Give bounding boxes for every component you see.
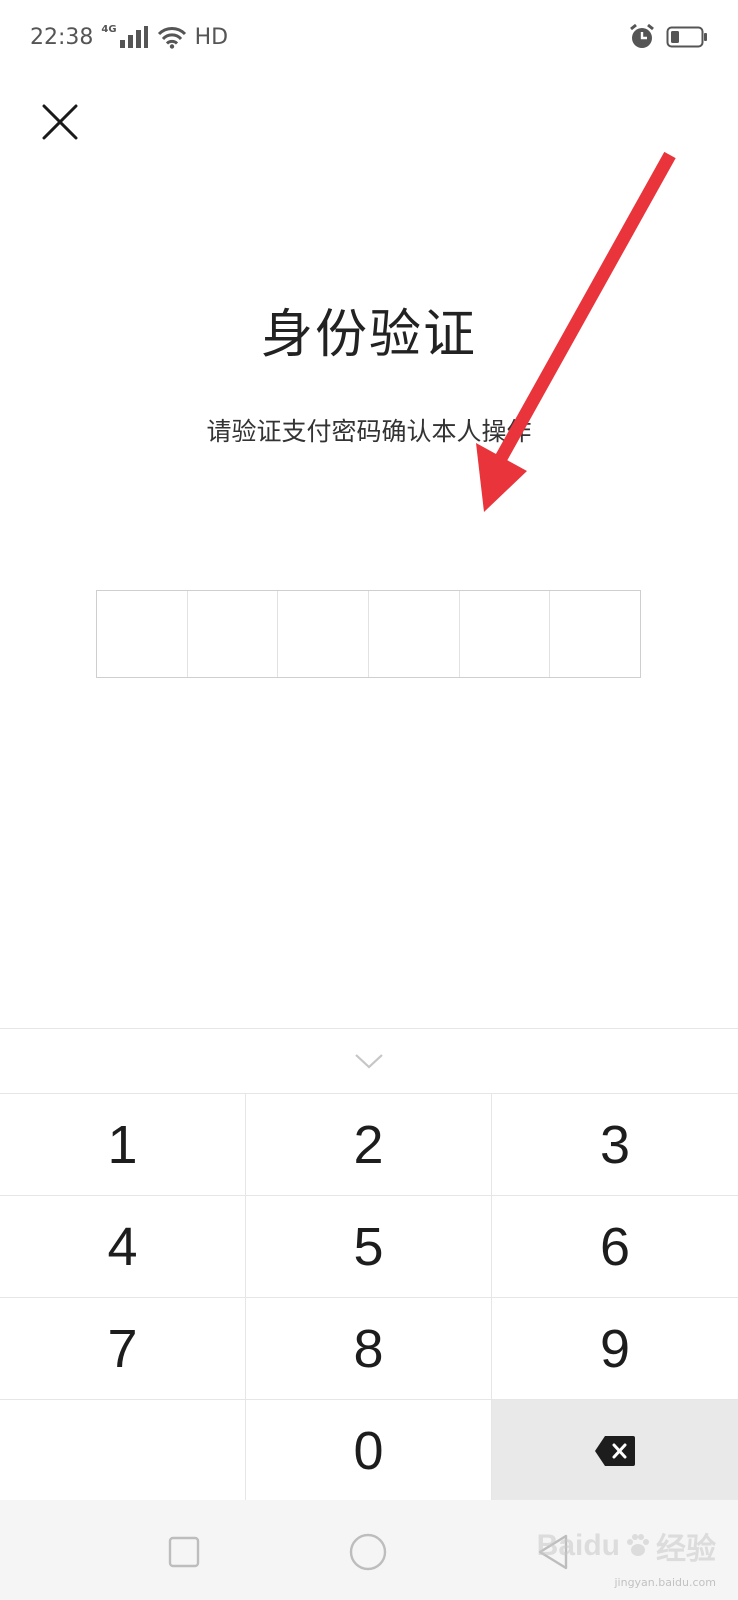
key-7[interactable]: 7 [0, 1298, 246, 1400]
signal-icon [119, 26, 148, 48]
password-digit-box[interactable] [278, 591, 370, 677]
numeric-keyboard: 1 2 3 4 5 6 7 8 9 0 [0, 1028, 738, 1502]
paw-icon [627, 1534, 649, 1556]
close-button[interactable] [38, 100, 82, 144]
key-2[interactable]: 2 [246, 1094, 492, 1196]
battery-icon [666, 26, 707, 48]
status-bar: 22:38 4G HD [0, 0, 738, 72]
chevron-down-icon [355, 1054, 383, 1069]
alarm-icon [630, 23, 654, 48]
key-empty [0, 1400, 246, 1502]
network-type: 4G [101, 23, 117, 35]
keyboard-collapse-button[interactable] [0, 1028, 738, 1094]
delete-key[interactable] [492, 1400, 738, 1502]
key-1[interactable]: 1 [0, 1094, 246, 1196]
status-time: 22:38 [30, 24, 94, 50]
password-digit-box[interactable] [369, 591, 460, 677]
password-digit-box[interactable] [460, 591, 551, 677]
wifi-icon [157, 27, 186, 49]
key-8[interactable]: 8 [246, 1298, 492, 1400]
watermark-url: jingyan.baidu.com [614, 1576, 716, 1589]
key-5[interactable]: 5 [246, 1196, 492, 1298]
password-input[interactable] [96, 590, 641, 678]
key-9[interactable]: 9 [492, 1298, 738, 1400]
instruction-text: 请验证支付密码确认本人操作 [206, 417, 532, 446]
password-digit-box[interactable] [188, 591, 279, 677]
key-4[interactable]: 4 [0, 1196, 246, 1298]
circle-icon [349, 1533, 387, 1571]
key-6[interactable]: 6 [492, 1196, 738, 1298]
page-title: 身份验证 [260, 305, 477, 365]
close-icon [42, 104, 78, 140]
key-0[interactable]: 0 [246, 1400, 492, 1502]
recent-apps-button[interactable] [162, 1530, 206, 1574]
watermark-brand-cn: 经验 [656, 1533, 716, 1566]
backspace-icon [595, 1435, 635, 1466]
home-button[interactable] [346, 1530, 390, 1574]
watermark-brand: Baidu [536, 1529, 620, 1562]
password-digit-box[interactable] [97, 591, 188, 677]
key-3[interactable]: 3 [492, 1094, 738, 1196]
network-quality-label: HD [194, 24, 229, 50]
square-icon [168, 1536, 200, 1568]
password-digit-box[interactable] [550, 591, 640, 677]
baidu-watermark: Baidu 经验 [537, 1524, 716, 1568]
